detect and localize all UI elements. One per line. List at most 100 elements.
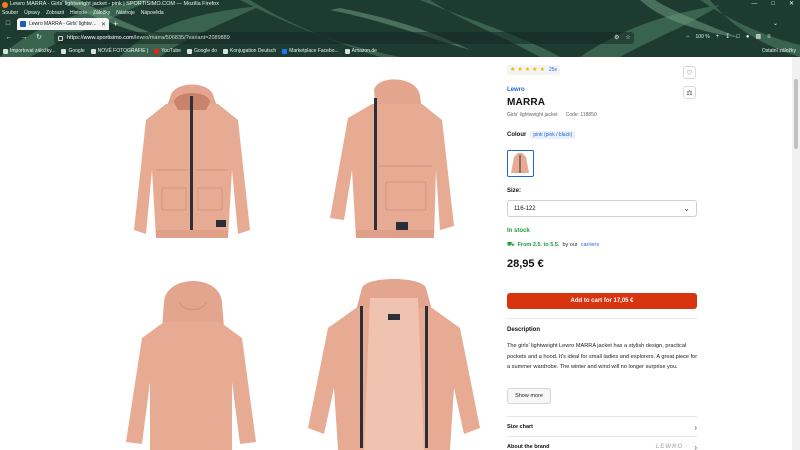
stock-status: In stock — [507, 228, 530, 234]
product-subtitle: Girls' lightweight jacket — [507, 112, 558, 118]
bookmarks-toolbar: Importovat záložky... Google NOVÉ FOTOGR… — [0, 45, 800, 57]
size-chart-row[interactable]: Size chart › — [507, 421, 697, 433]
brand-link[interactable]: Lewro — [507, 87, 525, 93]
jacket-front-image — [134, 84, 250, 238]
menu-hamburger-icon[interactable]: ≡ — [767, 34, 771, 40]
reload-icon[interactable]: ↻ — [33, 32, 45, 44]
delivery-by-text: by our — [562, 242, 578, 248]
amazon-icon — [344, 48, 350, 54]
translate-icon[interactable]: ⚙ — [614, 34, 619, 41]
product-photo-front[interactable] — [128, 70, 256, 250]
product-subtitle-row: Girls' lightweight jacket Code: 118850 — [507, 112, 597, 118]
rating-badge[interactable]: ★ ★ ★ ★ ★ 25x — [507, 65, 561, 75]
compare-button[interactable]: ⚖ — [683, 86, 696, 99]
star-icon: ★ — [524, 67, 531, 73]
facebook-icon — [282, 48, 288, 54]
toolbar-right: − 100 % + ↧ □ ● ▩ ≡ — [686, 33, 771, 41]
window-controls: — □ ✕ — [751, 0, 794, 9]
wishlist-button[interactable]: ♡ — [683, 66, 696, 79]
jacket-side-image — [330, 79, 454, 238]
lock-icon — [58, 35, 63, 41]
close-tab-icon[interactable]: ✕ — [101, 21, 106, 28]
zoom-level[interactable]: 100 % — [696, 34, 710, 40]
youtube-icon — [154, 48, 160, 54]
colour-value: pink (pink / black) — [530, 131, 576, 139]
star-icon: ★ — [539, 67, 545, 73]
scrollbar-thumb[interactable] — [794, 79, 798, 149]
about-brand-row[interactable]: About the brand LEWRO › — [507, 441, 697, 450]
size-chart-label: Size chart — [507, 424, 533, 430]
menu-history[interactable]: Historie — [70, 9, 87, 17]
zoom-in-icon[interactable]: + — [716, 34, 720, 40]
other-bookmarks[interactable]: Ostatní záložky — [762, 45, 796, 57]
pocket-icon[interactable]: □ — [736, 34, 740, 40]
show-more-button[interactable]: Show more — [507, 388, 551, 404]
page-scrollbar[interactable] — [792, 57, 800, 450]
bookmark-item[interactable]: Konjugation Deutsch — [223, 48, 276, 54]
brand-logo: LEWRO — [655, 444, 683, 450]
photo-site-icon — [90, 48, 96, 54]
divider — [507, 436, 697, 437]
menu-bookmarks[interactable]: Záložky — [93, 9, 110, 17]
delivery-dates: From 2.5. to 5.5. — [517, 242, 560, 248]
tab-overflow-chevron-icon[interactable]: ⌄ — [773, 20, 778, 27]
bookmark-item[interactable]: NOVÉ FOTOGRAFIE | — [90, 48, 148, 54]
colour-swatch-pink[interactable] — [507, 150, 534, 177]
address-bar[interactable]: https://www.sportisimo.com/lewro/marra/5… — [54, 32, 634, 44]
downloads-icon[interactable]: ↧ — [725, 33, 730, 40]
tab-list-icon[interactable]: □ — [3, 19, 13, 29]
colour-row: Colour pink (pink / black) — [507, 131, 576, 139]
product-name: MARRA — [507, 97, 546, 108]
about-brand-label: About the brand — [507, 444, 550, 450]
menu-help[interactable]: Nápověda — [141, 9, 164, 17]
minimize-icon[interactable]: — — [751, 0, 757, 9]
conjugation-site-icon — [223, 48, 229, 54]
colour-label: Colour — [507, 132, 527, 138]
extensions-icon[interactable]: ▩ — [756, 33, 762, 40]
window-title: Lewro MARRA - Girls' lightweight jacket … — [10, 1, 219, 7]
close-window-icon[interactable]: ✕ — [789, 0, 794, 9]
compare-icon: ⚖ — [686, 89, 693, 97]
url-text[interactable]: https://www.sportisimo.com/lewro/marra/5… — [67, 35, 230, 41]
product-photo-inside[interactable] — [304, 278, 484, 450]
truck-icon: ⛟ — [507, 242, 515, 248]
bookmark-star-icon[interactable]: ☆ — [625, 34, 630, 41]
divider — [507, 318, 697, 319]
heart-icon: ♡ — [686, 69, 693, 77]
menu-tools[interactable]: Nástroje — [116, 9, 135, 17]
product-photo-back[interactable] — [120, 272, 262, 450]
size-label: Size: — [507, 188, 522, 194]
google-icon — [61, 48, 67, 54]
divider — [507, 416, 697, 417]
size-select[interactable]: 116-122 ⌄ — [507, 200, 697, 217]
bookmark-item[interactable]: Marketplace Facebo... — [282, 48, 339, 54]
bookmark-item[interactable]: Google do — [186, 48, 217, 54]
menu-view[interactable]: Zobrazit — [46, 9, 64, 17]
site-favicon-icon — [20, 21, 26, 27]
bookmark-item[interactable]: Importovat záložky... — [3, 48, 55, 54]
menu-edit[interactable]: Úpravy — [24, 9, 40, 17]
tab-title: Lewro MARRA - Girls' lightweight jac — [29, 21, 98, 27]
size-selected-value: 116-122 — [514, 205, 536, 212]
active-tab[interactable]: Lewro MARRA - Girls' lightweight jac ✕ — [17, 18, 109, 30]
chevron-down-icon: ⌄ — [683, 204, 690, 213]
jacket-back-image — [126, 281, 256, 450]
new-tab-icon[interactable]: + — [113, 19, 118, 29]
zoom-out-icon[interactable]: − — [686, 34, 690, 40]
star-icon: ★ — [510, 67, 516, 73]
product-photo-side[interactable] — [326, 70, 458, 250]
bookmark-item[interactable]: Amazon.de — [344, 48, 377, 54]
menu-file[interactable]: Soubor — [2, 9, 18, 17]
bookmark-item[interactable]: YouTube — [154, 48, 181, 54]
star-icon: ★ — [517, 67, 523, 73]
add-to-cart-button[interactable]: Add to cart for 17,05 € — [507, 293, 697, 309]
maximize-icon[interactable]: □ — [771, 0, 775, 9]
carriers-link[interactable]: carriers — [581, 242, 599, 248]
forward-icon[interactable]: → — [18, 32, 30, 44]
bookmark-item[interactable]: Google — [61, 48, 85, 54]
menu-bar: Soubor Úpravy Zobrazit Historie Záložky … — [2, 9, 164, 17]
account-icon[interactable]: ● — [746, 34, 750, 40]
chevron-right-icon: › — [694, 422, 697, 432]
description-title: Description — [507, 327, 541, 333]
back-icon[interactable]: ← — [3, 32, 15, 44]
